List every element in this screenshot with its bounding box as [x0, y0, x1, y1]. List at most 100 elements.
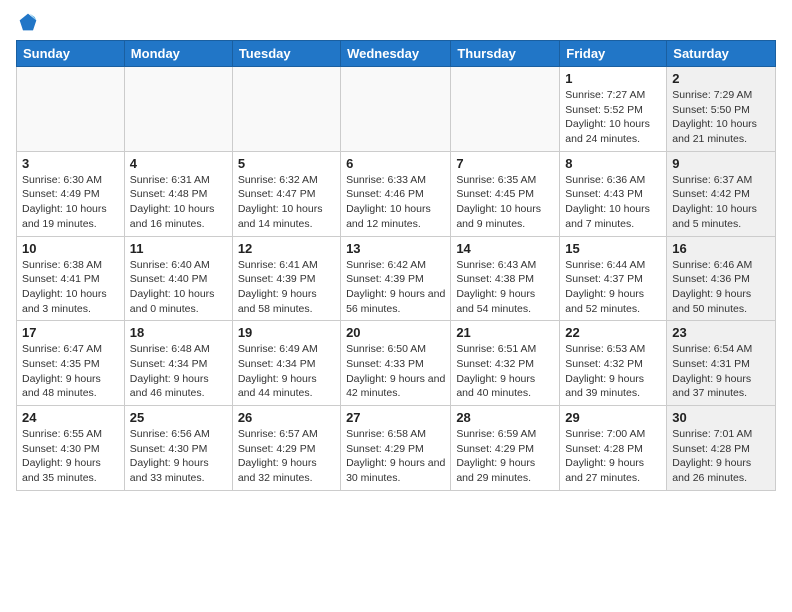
day-number: 9	[672, 156, 770, 171]
calendar-header-friday: Friday	[560, 41, 667, 67]
day-number: 1	[565, 71, 661, 86]
day-number: 14	[456, 241, 554, 256]
day-info: Sunrise: 6:36 AM Sunset: 4:43 PM Dayligh…	[565, 173, 661, 232]
calendar-cell: 14 Sunrise: 6:43 AM Sunset: 4:38 PM Dayli…	[451, 236, 560, 321]
day-info: Sunrise: 6:43 AM Sunset: 4:38 PM Dayligh…	[456, 258, 554, 317]
day-info: Sunrise: 7:01 AM Sunset: 4:28 PM Dayligh…	[672, 427, 770, 486]
day-number: 5	[238, 156, 335, 171]
day-info: Sunrise: 6:35 AM Sunset: 4:45 PM Dayligh…	[456, 173, 554, 232]
calendar-header-thursday: Thursday	[451, 41, 560, 67]
day-number: 19	[238, 325, 335, 340]
day-info: Sunrise: 6:44 AM Sunset: 4:37 PM Dayligh…	[565, 258, 661, 317]
calendar-header-saturday: Saturday	[667, 41, 776, 67]
calendar-cell: 15 Sunrise: 6:44 AM Sunset: 4:37 PM Dayli…	[560, 236, 667, 321]
logo-icon	[18, 12, 38, 32]
calendar-cell: 5Sunrise: 6:32 AM Sunset: 4:47 PM Daylig…	[232, 151, 340, 236]
day-info: Sunrise: 6:50 AM Sunset: 4:33 PM Dayligh…	[346, 342, 445, 401]
calendar-cell: 6Sunrise: 6:33 AM Sunset: 4:46 PM Daylig…	[341, 151, 451, 236]
calendar-cell: 24 Sunrise: 6:55 AM Sunset: 4:30 PM Dayli…	[17, 406, 125, 491]
day-number: 4	[130, 156, 227, 171]
day-number: 2	[672, 71, 770, 86]
calendar-week-4: 17 Sunrise: 6:47 AM Sunset: 4:35 PM Dayli…	[17, 321, 776, 406]
day-number: 10	[22, 241, 119, 256]
header	[16, 12, 776, 32]
calendar-cell: 7 Sunrise: 6:35 AM Sunset: 4:45 PM Daylig…	[451, 151, 560, 236]
day-info: Sunrise: 7:00 AM Sunset: 4:28 PM Dayligh…	[565, 427, 661, 486]
day-info: Sunrise: 6:57 AM Sunset: 4:29 PM Dayligh…	[238, 427, 335, 486]
day-number: 17	[22, 325, 119, 340]
day-number: 25	[130, 410, 227, 425]
logo	[16, 12, 38, 32]
day-number: 13	[346, 241, 445, 256]
calendar-cell: 9Sunrise: 6:37 AM Sunset: 4:42 PM Daylig…	[667, 151, 776, 236]
calendar-cell: 23Sunrise: 6:54 AM Sunset: 4:31 PM Dayli…	[667, 321, 776, 406]
day-info: Sunrise: 7:29 AM Sunset: 5:50 PM Dayligh…	[672, 88, 770, 147]
day-info: Sunrise: 6:48 AM Sunset: 4:34 PM Dayligh…	[130, 342, 227, 401]
day-number: 15	[565, 241, 661, 256]
calendar-cell: 2 Sunrise: 7:29 AM Sunset: 5:50 PM Daylig…	[667, 67, 776, 152]
calendar-table: SundayMondayTuesdayWednesdayThursdayFrid…	[16, 40, 776, 491]
calendar-header-sunday: Sunday	[17, 41, 125, 67]
day-info: Sunrise: 7:27 AM Sunset: 5:52 PM Dayligh…	[565, 88, 661, 147]
calendar-cell: 10 Sunrise: 6:38 AM Sunset: 4:41 PM Dayli…	[17, 236, 125, 321]
day-number: 18	[130, 325, 227, 340]
day-info: Sunrise: 6:49 AM Sunset: 4:34 PM Dayligh…	[238, 342, 335, 401]
calendar-cell: 3 Sunrise: 6:30 AM Sunset: 4:49 PM Daylig…	[17, 151, 125, 236]
calendar-header-tuesday: Tuesday	[232, 41, 340, 67]
day-number: 26	[238, 410, 335, 425]
day-number: 20	[346, 325, 445, 340]
calendar-cell	[451, 67, 560, 152]
calendar-cell: 16 Sunrise: 6:46 AM Sunset: 4:36 PM Dayli…	[667, 236, 776, 321]
calendar-week-2: 3 Sunrise: 6:30 AM Sunset: 4:49 PM Daylig…	[17, 151, 776, 236]
calendar-cell	[232, 67, 340, 152]
calendar-cell: 8Sunrise: 6:36 AM Sunset: 4:43 PM Daylig…	[560, 151, 667, 236]
calendar-cell: 13 Sunrise: 6:42 AM Sunset: 4:39 PM Dayli…	[341, 236, 451, 321]
day-info: Sunrise: 6:46 AM Sunset: 4:36 PM Dayligh…	[672, 258, 770, 317]
calendar-header-row: SundayMondayTuesdayWednesdayThursdayFrid…	[17, 41, 776, 67]
day-number: 11	[130, 241, 227, 256]
day-info: Sunrise: 6:59 AM Sunset: 4:29 PM Dayligh…	[456, 427, 554, 486]
day-number: 22	[565, 325, 661, 340]
day-number: 27	[346, 410, 445, 425]
day-number: 30	[672, 410, 770, 425]
calendar-cell: 21Sunrise: 6:51 AM Sunset: 4:32 PM Dayli…	[451, 321, 560, 406]
day-info: Sunrise: 6:56 AM Sunset: 4:30 PM Dayligh…	[130, 427, 227, 486]
day-number: 29	[565, 410, 661, 425]
calendar-cell: 1 Sunrise: 7:27 AM Sunset: 5:52 PM Daylig…	[560, 67, 667, 152]
calendar-cell: 30 Sunrise: 7:01 AM Sunset: 4:28 PM Dayli…	[667, 406, 776, 491]
day-info: Sunrise: 6:53 AM Sunset: 4:32 PM Dayligh…	[565, 342, 661, 401]
calendar-cell: 17 Sunrise: 6:47 AM Sunset: 4:35 PM Dayli…	[17, 321, 125, 406]
page: SundayMondayTuesdayWednesdayThursdayFrid…	[0, 0, 792, 499]
day-info: Sunrise: 6:31 AM Sunset: 4:48 PM Dayligh…	[130, 173, 227, 232]
calendar-cell: 28 Sunrise: 6:59 AM Sunset: 4:29 PM Dayli…	[451, 406, 560, 491]
day-number: 23	[672, 325, 770, 340]
day-info: Sunrise: 6:55 AM Sunset: 4:30 PM Dayligh…	[22, 427, 119, 486]
calendar-cell	[341, 67, 451, 152]
calendar-cell: 22 Sunrise: 6:53 AM Sunset: 4:32 PM Dayli…	[560, 321, 667, 406]
calendar-cell: 25 Sunrise: 6:56 AM Sunset: 4:30 PM Dayli…	[124, 406, 232, 491]
calendar-cell: 27 Sunrise: 6:58 AM Sunset: 4:29 PM Dayli…	[341, 406, 451, 491]
day-info: Sunrise: 6:47 AM Sunset: 4:35 PM Dayligh…	[22, 342, 119, 401]
calendar-cell: 19 Sunrise: 6:49 AM Sunset: 4:34 PM Dayli…	[232, 321, 340, 406]
day-info: Sunrise: 6:42 AM Sunset: 4:39 PM Dayligh…	[346, 258, 445, 317]
day-number: 24	[22, 410, 119, 425]
day-info: Sunrise: 6:40 AM Sunset: 4:40 PM Dayligh…	[130, 258, 227, 317]
calendar-header-monday: Monday	[124, 41, 232, 67]
calendar-cell: 4 Sunrise: 6:31 AM Sunset: 4:48 PM Daylig…	[124, 151, 232, 236]
calendar-cell: 20 Sunrise: 6:50 AM Sunset: 4:33 PM Dayli…	[341, 321, 451, 406]
day-number: 28	[456, 410, 554, 425]
calendar-week-1: 1 Sunrise: 7:27 AM Sunset: 5:52 PM Daylig…	[17, 67, 776, 152]
day-number: 6	[346, 156, 445, 171]
calendar-cell: 29 Sunrise: 7:00 AM Sunset: 4:28 PM Dayli…	[560, 406, 667, 491]
calendar-cell: 18 Sunrise: 6:48 AM Sunset: 4:34 PM Dayli…	[124, 321, 232, 406]
day-info: Sunrise: 6:30 AM Sunset: 4:49 PM Dayligh…	[22, 173, 119, 232]
day-info: Sunrise: 6:38 AM Sunset: 4:41 PM Dayligh…	[22, 258, 119, 317]
day-info: Sunrise: 6:58 AM Sunset: 4:29 PM Dayligh…	[346, 427, 445, 486]
calendar-cell: 26 Sunrise: 6:57 AM Sunset: 4:29 PM Dayli…	[232, 406, 340, 491]
day-number: 3	[22, 156, 119, 171]
calendar-cell	[124, 67, 232, 152]
calendar-cell	[17, 67, 125, 152]
day-number: 7	[456, 156, 554, 171]
day-number: 16	[672, 241, 770, 256]
day-info: Sunrise: 6:41 AM Sunset: 4:39 PM Dayligh…	[238, 258, 335, 317]
